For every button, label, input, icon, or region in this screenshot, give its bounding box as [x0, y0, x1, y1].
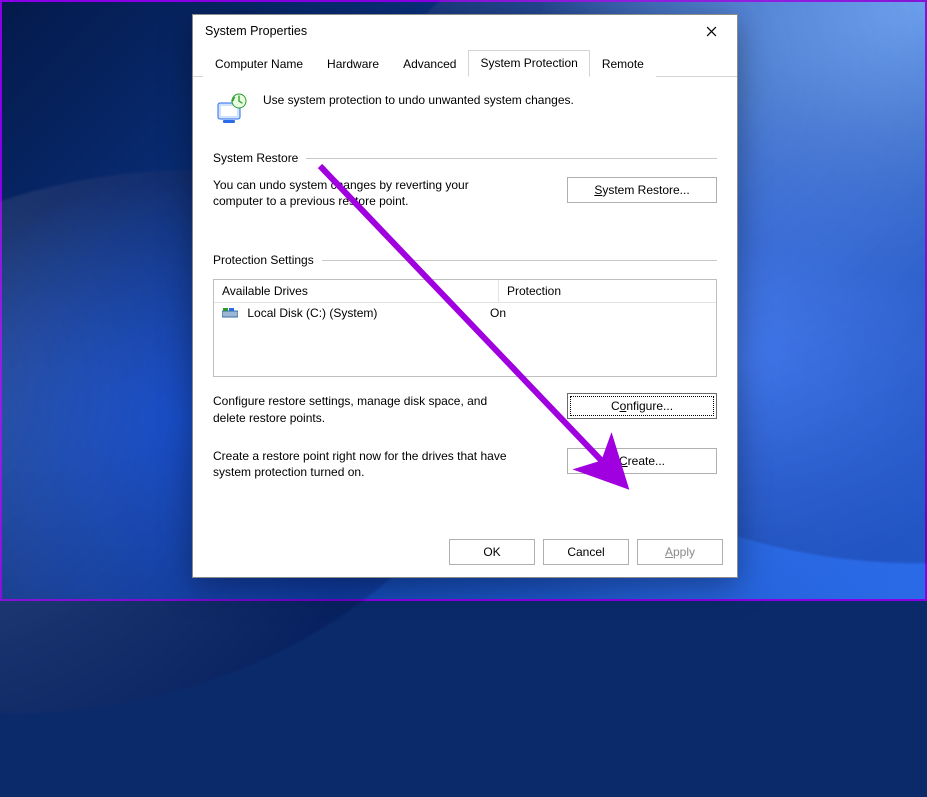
- window-title: System Properties: [205, 24, 307, 38]
- drives-listview[interactable]: Available Drives Protection Local Disk (…: [213, 279, 717, 377]
- system-protection-icon: [213, 91, 249, 127]
- group-label-protection: Protection Settings: [213, 253, 314, 267]
- col-header-drives[interactable]: Available Drives: [214, 280, 498, 302]
- tab-pane-system-protection: Use system protection to undo unwanted s…: [193, 77, 737, 529]
- system-restore-button[interactable]: System Restore...: [567, 177, 717, 203]
- tab-system-protection[interactable]: System Protection: [468, 50, 589, 77]
- tab-advanced[interactable]: Advanced: [391, 51, 468, 77]
- col-header-protection[interactable]: Protection: [498, 280, 716, 302]
- tab-remote[interactable]: Remote: [590, 51, 656, 77]
- group-system-restore: System Restore You can undo system chang…: [213, 151, 717, 209]
- tab-hardware[interactable]: Hardware: [315, 51, 391, 77]
- tabstrip: Computer Name Hardware Advanced System P…: [193, 47, 737, 77]
- configure-desc: Configure restore settings, manage disk …: [213, 393, 519, 425]
- drive-name: Local Disk (C:) (System): [247, 306, 377, 320]
- create-desc: Create a restore point right now for the…: [213, 448, 519, 480]
- list-item[interactable]: Local Disk (C:) (System) On: [214, 303, 716, 323]
- listview-header: Available Drives Protection: [214, 280, 716, 303]
- group-protection-settings: Protection Settings Available Drives Pro…: [213, 253, 717, 480]
- close-button[interactable]: [689, 17, 733, 45]
- intro-text: Use system protection to undo unwanted s…: [263, 91, 574, 127]
- titlebar: System Properties: [193, 15, 737, 47]
- restore-desc: You can undo system changes by reverting…: [213, 177, 519, 209]
- drive-icon: [222, 307, 238, 317]
- ok-button[interactable]: OK: [449, 539, 535, 565]
- apply-button: Apply: [637, 539, 723, 565]
- intro-row: Use system protection to undo unwanted s…: [213, 91, 717, 127]
- configure-button[interactable]: Configure...: [567, 393, 717, 419]
- tab-computer-name[interactable]: Computer Name: [203, 51, 315, 77]
- close-icon: [706, 26, 717, 37]
- create-button[interactable]: Create...: [567, 448, 717, 474]
- system-properties-dialog: System Properties Computer Name Hardware…: [192, 14, 738, 578]
- dialog-button-bar: OK Cancel Apply: [193, 529, 737, 577]
- group-label-restore: System Restore: [213, 151, 298, 165]
- drive-protection-value: On: [490, 306, 708, 320]
- cancel-button[interactable]: Cancel: [543, 539, 629, 565]
